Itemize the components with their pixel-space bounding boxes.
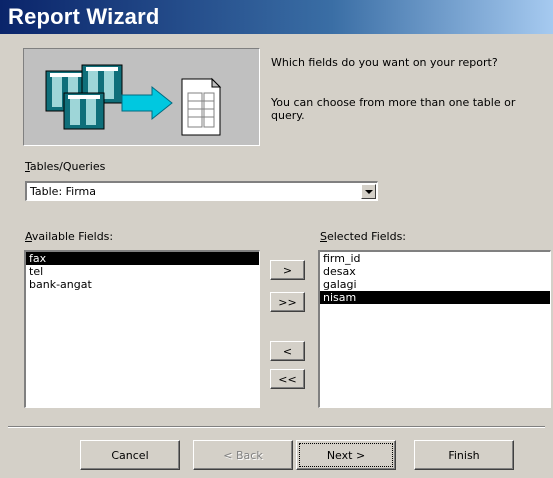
tables-to-report-icon: [45, 64, 222, 136]
available-fields-label: Available Fields:: [25, 230, 114, 243]
back-button[interactable]: < Back: [193, 440, 293, 470]
list-item[interactable]: fax: [26, 252, 259, 265]
list-item[interactable]: tel: [26, 265, 259, 278]
list-item[interactable]: firm_id: [320, 252, 550, 265]
list-item[interactable]: desax: [320, 265, 550, 278]
add-field-button[interactable]: >: [270, 260, 305, 280]
report-wizard-illustration: [23, 48, 260, 146]
next-button[interactable]: Next >: [296, 440, 396, 470]
available-fields-list[interactable]: fax tel bank-angat: [24, 250, 260, 408]
tables-queries-label: Tables/Queries: [25, 160, 106, 173]
list-item[interactable]: galagi: [320, 278, 550, 291]
tables-queries-combo[interactable]: Table: Firma: [25, 181, 378, 201]
add-all-fields-button[interactable]: >>: [270, 292, 305, 312]
prompt-question: Which fields do you want on your report?: [271, 56, 498, 69]
list-item[interactable]: nisam: [320, 291, 550, 304]
finish-button[interactable]: Finish: [414, 440, 514, 470]
list-item[interactable]: bank-angat: [26, 278, 259, 291]
footer-divider: [8, 426, 545, 428]
window-title: Report Wizard: [8, 4, 160, 29]
tables-queries-value: Table: Firma: [30, 185, 97, 198]
cancel-button[interactable]: Cancel: [80, 440, 180, 470]
title-bar: Report Wizard: [0, 0, 553, 34]
prompt-hint: You can choose from more than one table …: [271, 96, 516, 122]
remove-all-fields-button[interactable]: <<: [270, 369, 305, 389]
dropdown-arrow-icon[interactable]: [361, 184, 376, 199]
selected-fields-list[interactable]: firm_id desax galagi nisam: [318, 250, 551, 408]
selected-fields-label: Selected Fields:: [320, 230, 407, 243]
remove-field-button[interactable]: <: [270, 341, 305, 361]
